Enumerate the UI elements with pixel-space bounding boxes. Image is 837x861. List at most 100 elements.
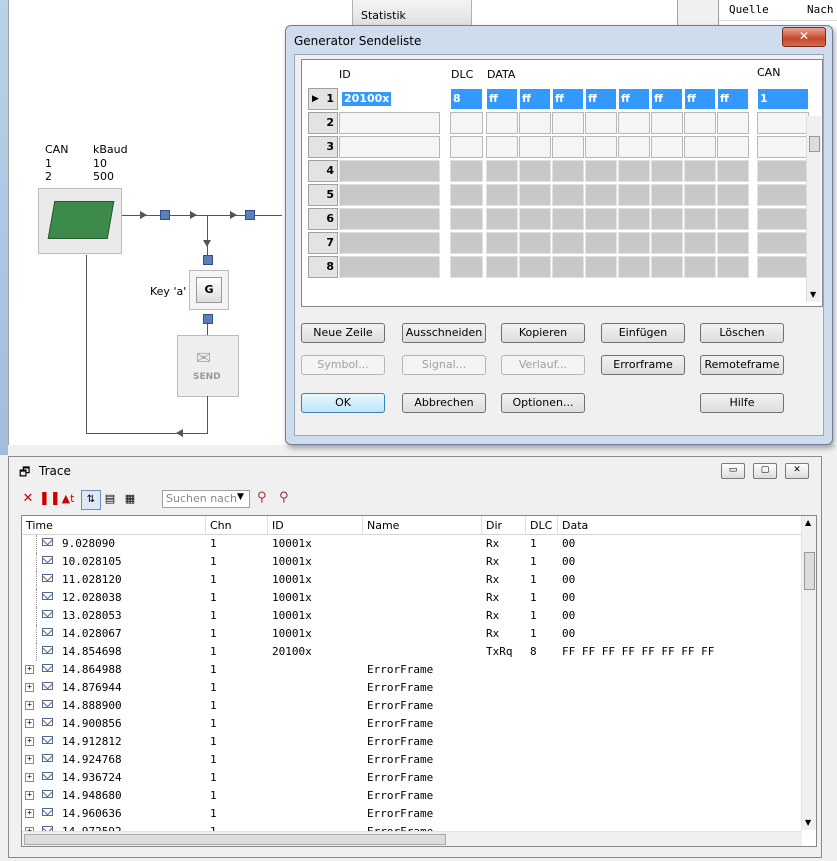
close-button[interactable]: ✕ — [782, 27, 826, 47]
row-number[interactable]: 5 — [308, 184, 338, 206]
trace-close-button[interactable]: ✕ — [785, 463, 809, 479]
grid-row[interactable]: 6 — [308, 208, 809, 230]
kopieren-button[interactable]: Kopieren — [501, 323, 585, 343]
data-byte-cell[interactable]: ff — [618, 88, 650, 110]
table-row[interactable]: 13.028053 1 10001x Rx 1 00 — [22, 607, 802, 625]
table-row[interactable]: 9.028090 1 10001x Rx 1 00 — [22, 535, 802, 553]
table-row[interactable]: 12.028038 1 10001x Rx 1 00 — [22, 589, 802, 607]
expand-icon[interactable]: + — [25, 701, 34, 710]
can-cell[interactable] — [757, 160, 809, 182]
verlauf-button[interactable]: Verlauf... — [501, 355, 585, 375]
column-header-time[interactable]: Time — [26, 519, 53, 532]
data-byte-cell[interactable] — [552, 232, 584, 254]
pause-icon[interactable]: ❚❚ — [39, 490, 61, 508]
data-byte-cell[interactable] — [651, 184, 683, 206]
dlc-cell[interactable] — [450, 160, 483, 182]
table-row[interactable]: +14.948680 1 ErrorFrame — [22, 787, 802, 805]
maximize-button[interactable]: ▢ — [753, 463, 777, 479]
dlc-cell[interactable]: 8 — [450, 88, 483, 110]
data-byte-cell[interactable] — [717, 232, 749, 254]
symbol-button[interactable]: Symbol... — [301, 355, 385, 375]
find-next-icon[interactable]: ⚲ — [279, 490, 289, 505]
column-header-quelle[interactable]: Quelle — [729, 0, 769, 20]
data-byte-cell[interactable] — [651, 136, 683, 158]
table-row[interactable]: +14.900856 1 ErrorFrame — [22, 715, 802, 733]
row-number[interactable]: 6 — [308, 208, 338, 230]
grid-row[interactable]: 5 — [308, 184, 809, 206]
data-byte-cell[interactable] — [552, 184, 584, 206]
time-mode-icon[interactable]: ▲t — [59, 490, 77, 508]
data-byte-cell[interactable] — [618, 232, 650, 254]
can-cell[interactable] — [757, 112, 809, 134]
hilfe-button[interactable]: Hilfe — [700, 393, 784, 413]
data-byte-cell[interactable] — [585, 184, 617, 206]
column-header-name[interactable]: Name — [367, 519, 399, 532]
ausschneiden-button[interactable]: Ausschneiden — [402, 323, 486, 343]
row-number[interactable]: 2 — [308, 112, 338, 134]
data-byte-cell[interactable] — [585, 232, 617, 254]
scroll-down-arrow[interactable]: ▼ — [810, 290, 816, 299]
data-byte-cell[interactable] — [717, 112, 749, 134]
expand-icon[interactable]: + — [25, 755, 34, 764]
scroll-down-arrow[interactable]: ▼ — [805, 818, 811, 827]
data-byte-cell[interactable]: ff — [519, 88, 551, 110]
data-byte-cell[interactable] — [684, 232, 716, 254]
data-byte-cell[interactable] — [585, 208, 617, 230]
data-byte-cell[interactable] — [519, 136, 551, 158]
table-row[interactable]: +14.912812 1 ErrorFrame — [22, 733, 802, 751]
table-row[interactable]: 11.028120 1 10001x Rx 1 00 — [22, 571, 802, 589]
data-byte-cell[interactable] — [684, 112, 716, 134]
table-row[interactable]: +14.888900 1 ErrorFrame — [22, 697, 802, 715]
column-header-chn[interactable]: Chn — [210, 519, 232, 532]
loeschen-button[interactable]: Löschen — [700, 323, 784, 343]
abbrechen-button[interactable]: Abbrechen — [402, 393, 486, 413]
data-byte-cell[interactable] — [618, 208, 650, 230]
data-byte-cell[interactable] — [684, 256, 716, 278]
can-cell[interactable] — [757, 136, 809, 158]
signal-button[interactable]: Signal... — [402, 355, 486, 375]
expand-icon[interactable]: + — [25, 809, 34, 818]
generator-block[interactable]: G — [189, 270, 229, 310]
data-byte-cell[interactable] — [684, 184, 716, 206]
data-byte-cell[interactable] — [651, 112, 683, 134]
data-byte-cell[interactable] — [519, 160, 551, 182]
data-byte-cell[interactable] — [618, 136, 650, 158]
table-row[interactable]: +14.960636 1 ErrorFrame — [22, 805, 802, 823]
id-cell[interactable]: 20100x — [339, 88, 440, 110]
data-byte-cell[interactable] — [585, 256, 617, 278]
can-card-block[interactable] — [38, 188, 122, 254]
data-byte-cell[interactable] — [618, 112, 650, 134]
data-byte-cell[interactable] — [486, 232, 518, 254]
search-dropdown-icon[interactable]: ▼ — [237, 492, 244, 502]
id-cell[interactable] — [339, 112, 440, 134]
errorframe-button[interactable]: Errorframe — [601, 355, 685, 375]
grid-row[interactable]: 4 — [308, 160, 809, 182]
data-byte-cell[interactable] — [552, 208, 584, 230]
expand-icon[interactable]: + — [25, 773, 34, 782]
can-cell[interactable]: 1 — [757, 88, 809, 110]
expand-icon[interactable]: + — [25, 665, 34, 674]
expand-icon[interactable]: + — [25, 737, 34, 746]
grid-row[interactable]: 7 — [308, 232, 809, 254]
data-byte-cell[interactable] — [618, 160, 650, 182]
data-byte-cell[interactable] — [552, 160, 584, 182]
minimize-button[interactable]: ▭ — [721, 463, 745, 479]
can-cell[interactable] — [757, 208, 809, 230]
data-byte-cell[interactable] — [684, 160, 716, 182]
column-config-icon[interactable]: ▦ — [121, 490, 139, 508]
scroll-up-arrow[interactable]: ▲ — [805, 518, 811, 527]
expand-icon[interactable]: + — [25, 719, 34, 728]
grid-row[interactable]: 1 ▶ 20100x 8 ff ff ff ff ff ff ff ff 1 — [308, 88, 809, 110]
send-block[interactable]: ✉ SEND — [177, 335, 239, 397]
dlc-cell[interactable] — [450, 256, 483, 278]
data-byte-cell[interactable] — [552, 256, 584, 278]
data-byte-cell[interactable]: ff — [585, 88, 617, 110]
data-byte-cell[interactable] — [519, 256, 551, 278]
data-byte-cell[interactable] — [651, 208, 683, 230]
data-byte-cell[interactable] — [717, 208, 749, 230]
find-previous-icon[interactable]: ⚲ — [257, 490, 267, 505]
data-byte-cell[interactable] — [651, 256, 683, 278]
id-cell[interactable] — [339, 160, 440, 182]
data-byte-cell[interactable]: ff — [684, 88, 716, 110]
data-byte-cell[interactable] — [717, 256, 749, 278]
